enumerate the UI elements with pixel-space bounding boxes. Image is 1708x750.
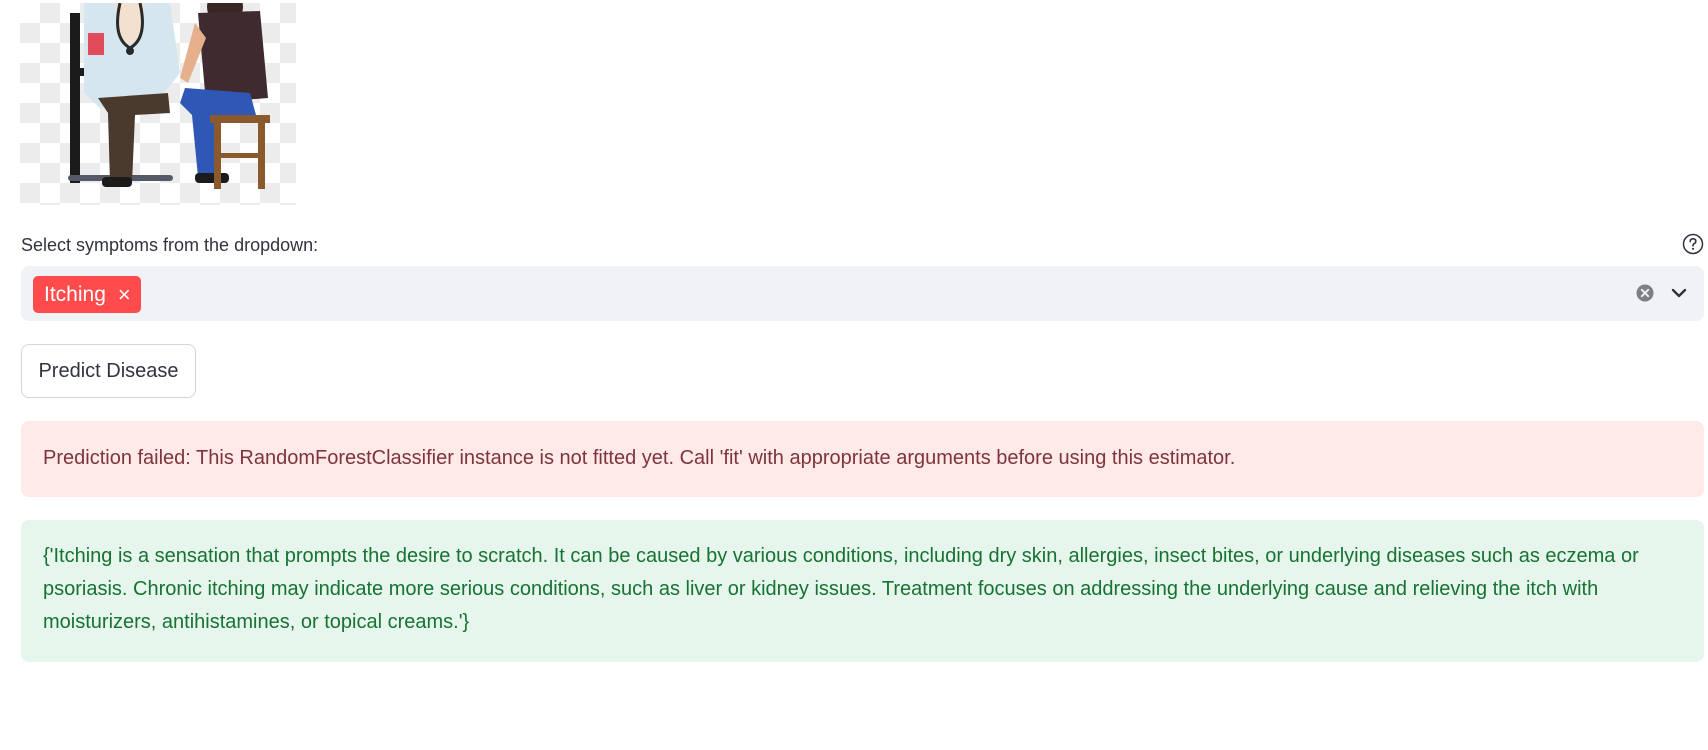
error-alert: Prediction failed: This RandomForestClas… bbox=[21, 421, 1704, 497]
symptom-description-alert: {'Itching is a sensation that prompts th… bbox=[21, 520, 1704, 662]
doctor-patient-illustration bbox=[20, 3, 296, 205]
symptom-multiselect[interactable]: Itching × bbox=[21, 266, 1704, 321]
symptom-description-text: {'Itching is a sensation that prompts th… bbox=[43, 545, 1639, 633]
selected-symptom-label: Itching bbox=[44, 282, 106, 306]
symptom-select-label: Select symptoms from the dropdown: bbox=[21, 235, 319, 255]
help-icon[interactable] bbox=[1682, 233, 1704, 255]
app-main: Select symptoms from the dropdown: Itchi… bbox=[0, 0, 1708, 750]
selected-symptom-tag[interactable]: Itching × bbox=[33, 276, 141, 313]
chevron-down-icon[interactable] bbox=[1668, 282, 1690, 304]
error-message: Prediction failed: This RandomForestClas… bbox=[43, 447, 1236, 469]
predict-disease-button[interactable]: Predict Disease bbox=[21, 344, 196, 398]
doctor-patient-drawing bbox=[68, 3, 270, 189]
symptom-label-row: Select symptoms from the dropdown: bbox=[21, 233, 1704, 257]
clear-selection-icon[interactable] bbox=[1635, 283, 1655, 303]
remove-tag-icon[interactable]: × bbox=[118, 283, 131, 306]
